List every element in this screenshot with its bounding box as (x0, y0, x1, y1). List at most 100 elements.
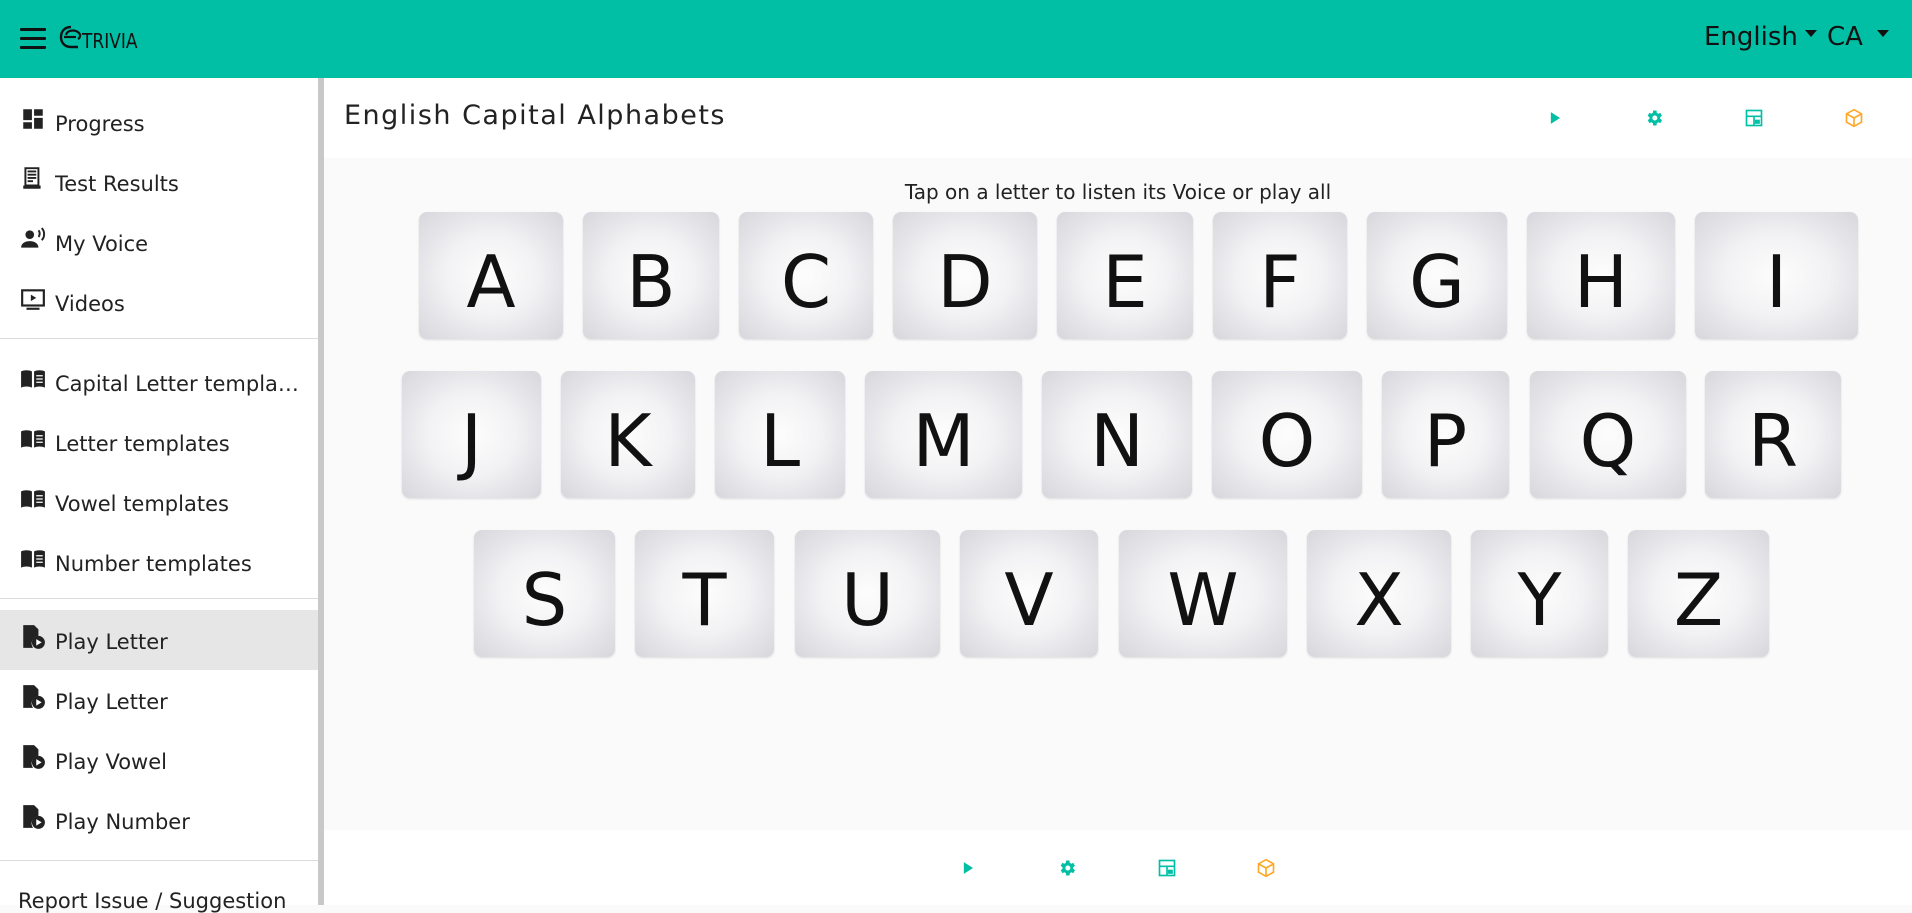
gear-icon (1647, 110, 1662, 126)
sidebar-item-label: Vowel templates (55, 492, 229, 516)
letter-key-h[interactable]: H (1527, 212, 1675, 339)
letter-key-label: Q (1579, 398, 1637, 483)
letter-key-v[interactable]: V (960, 530, 1098, 657)
report-issue-link[interactable]: Report Issue / Suggestion (18, 889, 286, 913)
letter-key-a[interactable]: A (419, 212, 563, 339)
letter-key-c[interactable]: C (739, 212, 873, 339)
letter-key-e[interactable]: E (1057, 212, 1193, 339)
letter-key-label: C (780, 239, 832, 324)
cube-icon (1257, 858, 1275, 878)
3d-view-button[interactable] (1834, 98, 1874, 138)
menu-icon[interactable] (20, 28, 46, 50)
sidebar-divider (0, 860, 318, 861)
layout-icon (1158, 859, 1176, 877)
letter-key-s[interactable]: S (474, 530, 615, 657)
letter-key-b[interactable]: B (583, 212, 719, 339)
sidebar-divider (0, 598, 318, 599)
letter-key-x[interactable]: X (1307, 530, 1451, 657)
letter-key-o[interactable]: O (1212, 371, 1362, 498)
letter-key-d[interactable]: D (893, 212, 1037, 339)
sidebar-item-play-number[interactable]: Play Number (0, 790, 318, 850)
sidebar-item-label: Number templates (55, 552, 252, 576)
letter-key-y[interactable]: Y (1471, 530, 1608, 657)
page-header: English Capital Alphabets (324, 78, 1912, 158)
sidebar-item-label: Progress (55, 112, 145, 136)
letter-key-label: O (1258, 398, 1316, 483)
sidebar-item-label: Videos (55, 292, 125, 316)
sidebar-item-letter-templates[interactable]: Letter templates (0, 412, 318, 472)
sidebar-item-label: Capital Letter templates (55, 372, 305, 396)
play-all-button[interactable] (948, 848, 988, 888)
letter-key-i[interactable]: I (1695, 212, 1858, 339)
layout-button[interactable] (1147, 848, 1187, 888)
language-select[interactable]: English (1704, 22, 1798, 52)
letter-key-label: A (466, 239, 516, 324)
letter-key-label: F (1259, 239, 1301, 324)
letter-key-u[interactable]: U (795, 530, 940, 657)
sidebar-item-label: Play Number (55, 810, 190, 834)
letter-key-label: T (682, 557, 727, 642)
book-icon (21, 490, 45, 508)
region-select[interactable]: CA (1827, 22, 1863, 52)
sidebar-item-play-letter[interactable]: Play Letter (0, 670, 318, 730)
letter-key-n[interactable]: N (1042, 371, 1192, 498)
bottom-toolbar (324, 830, 1912, 905)
settings-button[interactable] (1634, 98, 1674, 138)
sidebar-item-label: My Voice (55, 232, 149, 256)
3d-view-button[interactable] (1246, 848, 1286, 888)
letter-key-j[interactable]: J (402, 371, 541, 498)
letter-key-label: J (460, 398, 483, 483)
letter-key-label: W (1167, 557, 1239, 642)
sidebar-divider (0, 338, 318, 339)
letter-key-label: V (1004, 557, 1054, 642)
letter-key-label: U (841, 557, 894, 642)
video-icon (21, 289, 45, 310)
receipt-icon (23, 167, 41, 189)
letter-key-label: K (604, 398, 652, 483)
play-file-icon (23, 625, 45, 649)
letter-key-m[interactable]: M (865, 371, 1022, 498)
letter-key-r[interactable]: R (1705, 371, 1841, 498)
sidebar-item-videos[interactable]: Videos (0, 272, 318, 332)
play-file-icon (23, 745, 45, 769)
letter-key-label: N (1090, 398, 1144, 483)
book-icon (21, 550, 45, 568)
page-title: English Capital Alphabets (344, 100, 727, 131)
letter-key-q[interactable]: Q (1530, 371, 1686, 498)
letter-key-f[interactable]: F (1213, 212, 1347, 339)
sidebar: Progress Test Results My Voice Videos Ca… (0, 78, 318, 905)
letter-key-p[interactable]: P (1382, 371, 1509, 498)
letter-key-w[interactable]: W (1119, 530, 1287, 657)
sidebar-item-label: Play Letter (55, 690, 168, 714)
sidebar-item-play-vowel[interactable]: Play Vowel (0, 730, 318, 790)
letter-key-label: I (1765, 239, 1788, 324)
app-logo[interactable]: TRIVIA (58, 20, 147, 56)
language-caret-icon[interactable] (1805, 30, 1817, 37)
region-caret-icon[interactable] (1877, 30, 1889, 37)
letter-key-t[interactable]: T (635, 530, 774, 657)
letter-key-label: Z (1673, 557, 1724, 642)
letter-key-k[interactable]: K (561, 371, 695, 498)
letter-key-z[interactable]: Z (1628, 530, 1769, 657)
sidebar-item-vowel-templates[interactable]: Vowel templates (0, 472, 318, 532)
letter-key-l[interactable]: L (715, 371, 845, 498)
sidebar-item-test-results[interactable]: Test Results (0, 152, 318, 212)
letter-key-label: R (1747, 398, 1799, 483)
sidebar-item-my-voice[interactable]: My Voice (0, 212, 318, 272)
cube-icon (1845, 108, 1863, 128)
book-icon (21, 370, 45, 388)
settings-button[interactable] (1047, 848, 1087, 888)
sidebar-item-progress[interactable]: Progress (0, 92, 318, 152)
letter-key-label: H (1573, 239, 1629, 324)
top-app-bar: TRIVIA English CA (0, 0, 1912, 78)
sidebar-item-capital-letter-templates[interactable]: Capital Letter templates (0, 352, 318, 412)
letter-key-label: X (1354, 557, 1404, 642)
logo-text: TRIVIA (82, 29, 138, 53)
voice-person-icon (21, 227, 46, 248)
sidebar-item-play-letter-capital[interactable]: Play Letter (0, 610, 318, 670)
play-all-button[interactable] (1535, 98, 1575, 138)
sidebar-item-label: Play Letter (55, 630, 168, 654)
layout-button[interactable] (1734, 98, 1774, 138)
letter-key-g[interactable]: G (1367, 212, 1507, 339)
sidebar-item-number-templates[interactable]: Number templates (0, 532, 318, 592)
